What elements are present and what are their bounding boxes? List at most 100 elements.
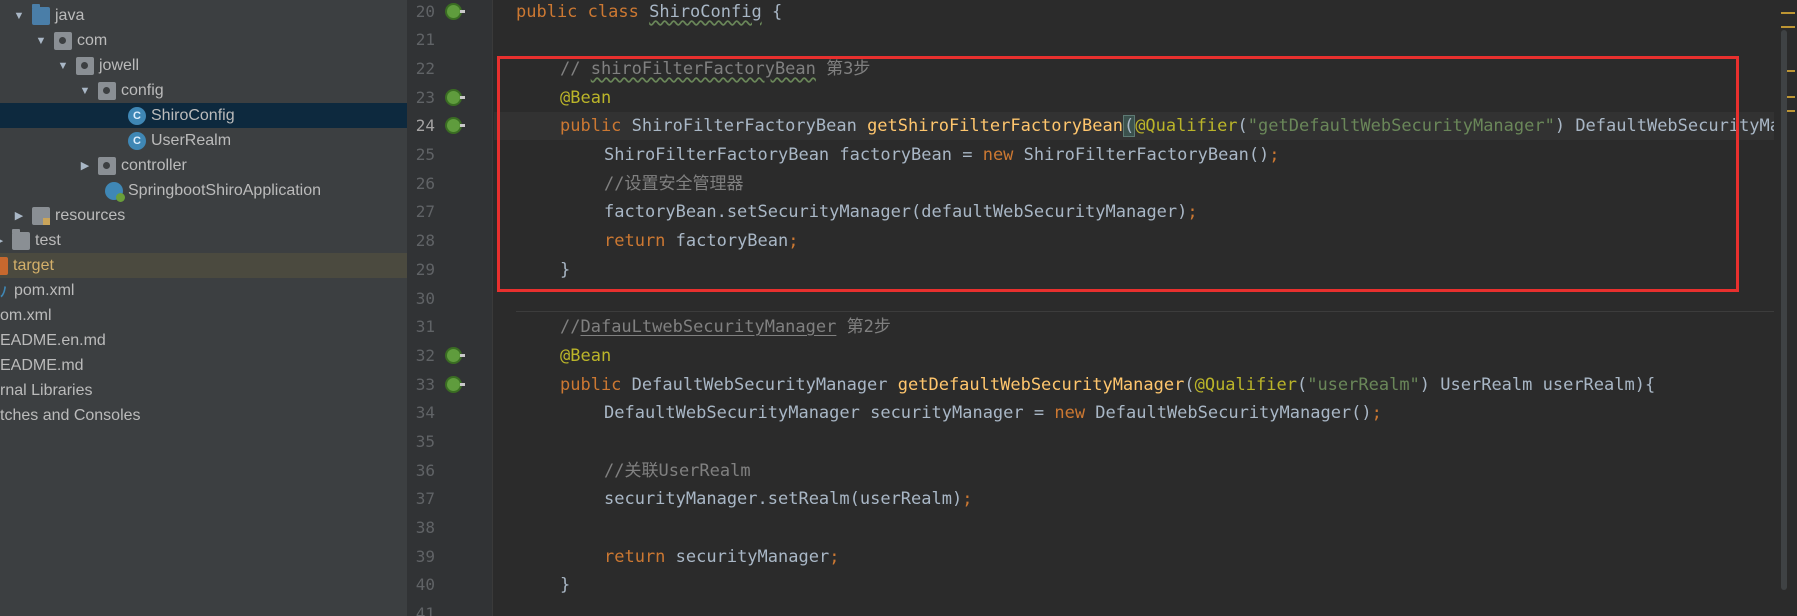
spring-bean-gutter-icon[interactable]: [445, 376, 465, 393]
line-number: 31: [415, 317, 435, 336]
line-number: 27: [415, 202, 435, 221]
tree-item-external-libraries[interactable]: rnal Libraries: [0, 378, 407, 403]
tree-item-controller[interactable]: ▶ controller: [0, 153, 407, 178]
line-number: 20: [415, 2, 435, 21]
code-line-25: ShiroFilterFactoryBean factoryBean = new…: [604, 145, 1280, 165]
chevron-right-icon[interactable]: ▶: [0, 234, 6, 247]
package-icon: [98, 81, 116, 100]
tree-item-com[interactable]: ▼ com: [0, 28, 407, 53]
line-number: 23: [415, 88, 435, 107]
line-number: 26: [415, 174, 435, 193]
folder-icon: [12, 228, 30, 250]
chevron-down-icon[interactable]: ▼: [34, 35, 48, 47]
code-line-29: }: [560, 260, 571, 280]
chevron-down-icon[interactable]: ▼: [78, 85, 92, 97]
tree-item-userrealm[interactable]: UserRealm: [0, 128, 407, 153]
tree-item-label: target: [13, 256, 54, 274]
code-editor[interactable]: public class ShiroConfig { // shiroFilte…: [494, 0, 1774, 616]
source-folder-icon: [32, 3, 50, 25]
method-separator: [516, 311, 1786, 312]
tree-item-readme-en[interactable]: EADME.en.md: [0, 328, 407, 353]
tree-item-label: rnal Libraries: [0, 381, 93, 399]
code-line-28: return factoryBean;: [604, 231, 799, 251]
line-number: 36: [415, 461, 435, 480]
spring-bean-gutter-icon[interactable]: [445, 3, 465, 20]
line-number: 22: [415, 59, 435, 78]
code-line-40: }: [560, 575, 571, 595]
tree-item-scratches[interactable]: tches and Consoles: [0, 403, 407, 428]
package-icon: [98, 156, 116, 175]
chevron-right-icon[interactable]: ▶: [12, 209, 26, 222]
chevron-down-icon[interactable]: ▼: [12, 10, 26, 22]
tree-item-java[interactable]: ▼ java: [0, 3, 407, 28]
line-number: 40: [415, 575, 435, 594]
code-line-20: public class ShiroConfig {: [516, 2, 783, 22]
tree-item-label: pom.xml: [14, 281, 75, 299]
tree-item-resources[interactable]: ▶ resources: [0, 203, 407, 228]
tree-item-label: test: [35, 231, 61, 249]
tree-item-label: EADME.en.md: [0, 331, 106, 349]
resources-folder-icon: [32, 206, 50, 225]
tree-item-springbootshiroapplication[interactable]: SpringbootShiroApplication: [0, 178, 407, 203]
line-number: 29: [415, 260, 435, 279]
tree-item-label: SpringbootShiroApplication: [128, 181, 322, 199]
maven-file-icon: ﾉ: [0, 283, 7, 300]
line-number: 24: [415, 116, 435, 135]
tree-item-label: jowell: [99, 56, 140, 74]
spring-class-icon: [105, 181, 125, 202]
code-line-24: public ShiroFilterFactoryBean getShiroFi…: [494, 112, 1774, 140]
tree-item-label: java: [55, 6, 85, 24]
code-line-31: //DafauLtwebSecurityManager 第2步: [560, 317, 891, 337]
line-number: 30: [415, 289, 435, 308]
line-number: 37: [415, 489, 435, 508]
tree-item-config[interactable]: ▼ config: [0, 78, 407, 103]
line-number: 28: [415, 231, 435, 250]
spring-bean-gutter-icon[interactable]: [445, 117, 465, 134]
spring-bean-gutter-icon[interactable]: [445, 89, 465, 106]
excluded-folder-icon: [0, 256, 8, 275]
tree-item-label: resources: [55, 206, 126, 224]
class-icon: [128, 131, 146, 150]
code-line-22: // shiroFilterFactoryBean 第3步: [560, 59, 871, 79]
warning-marker[interactable]: [1781, 12, 1795, 14]
line-number: 32: [415, 346, 435, 365]
tree-item-pom-xml[interactable]: ﾉ pom.xml: [0, 278, 407, 303]
editor-gutter[interactable]: 20 21 22 23 24 25 26 27 28 29 30 31 32 3…: [407, 0, 511, 616]
class-icon: [128, 106, 146, 125]
tree-item-jowell[interactable]: ▼ jowell: [0, 53, 407, 78]
vertical-scrollbar[interactable]: [1781, 30, 1787, 590]
chevron-right-icon[interactable]: ▶: [78, 159, 92, 172]
package-icon: [54, 31, 72, 50]
tree-item-label: ShiroConfig: [151, 106, 235, 124]
line-number: 35: [415, 432, 435, 451]
tree-item-label: EADME.md: [0, 356, 84, 374]
tree-item-test[interactable]: ▶ test: [0, 228, 407, 253]
code-line-32: @Bean: [560, 346, 612, 366]
line-number: 38: [415, 518, 435, 537]
tree-item-label: com: [77, 31, 108, 49]
code-line-37: securityManager.setRealm(userRealm);: [604, 489, 973, 509]
tree-item-label: controller: [121, 156, 187, 174]
code-line-33: public DefaultWebSecurityManager getDefa…: [560, 375, 1656, 395]
tree-item-readme[interactable]: EADME.md: [0, 353, 407, 378]
line-number: 21: [415, 30, 435, 49]
warning-marker[interactable]: [1781, 26, 1795, 28]
tree-item-label: UserRealm: [151, 131, 232, 149]
project-tool-window: ▼ java ▼ com ▼ jowell ▼ config ShiroConf…: [0, 0, 407, 616]
line-number: 41: [415, 604, 435, 616]
tree-item-pom-xml-root[interactable]: om.xml: [0, 303, 407, 328]
line-number: 33: [415, 375, 435, 394]
chevron-down-icon[interactable]: ▼: [56, 60, 70, 72]
tree-item-shiroconfig[interactable]: ShiroConfig: [0, 103, 407, 128]
line-number: 25: [415, 145, 435, 164]
code-line-39: return securityManager;: [604, 547, 840, 567]
tree-item-label: tches and Consoles: [0, 406, 141, 424]
line-number: 34: [415, 403, 435, 422]
tree-item-label: config: [121, 81, 164, 99]
code-line-36: //关联UserRealm: [604, 461, 751, 481]
tree-item-target[interactable]: target: [0, 253, 407, 278]
code-line-26: //设置安全管理器: [604, 174, 744, 194]
code-line-23: @Bean: [560, 88, 612, 108]
spring-bean-gutter-icon[interactable]: [445, 347, 465, 364]
tree-item-label: om.xml: [0, 306, 52, 324]
